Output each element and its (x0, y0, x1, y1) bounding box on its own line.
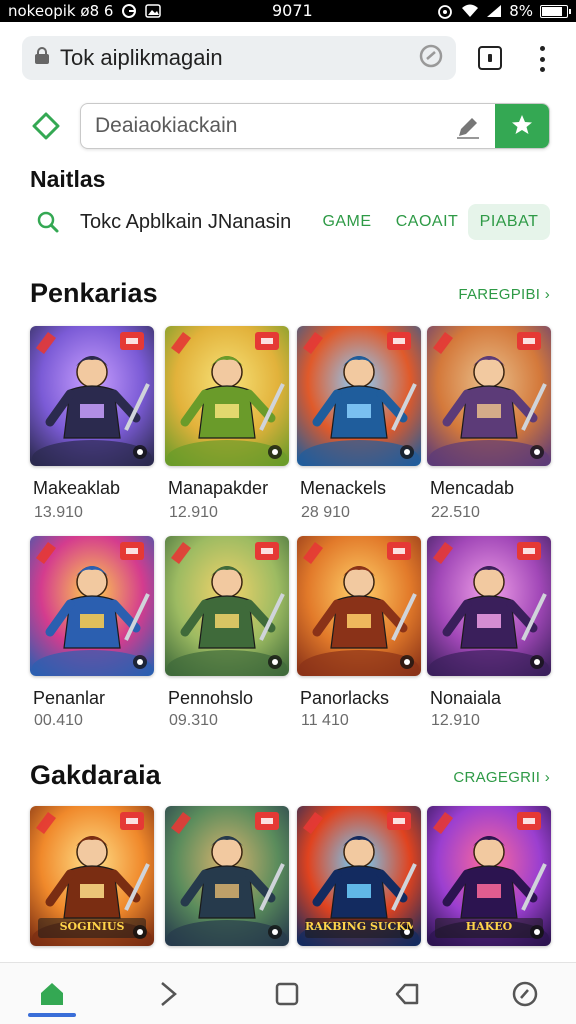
app-card[interactable]: Panorlacks 11 410 (297, 536, 421, 729)
back-icon[interactable] (392, 979, 422, 1009)
search-box (80, 103, 550, 149)
app-thumbnail[interactable] (30, 536, 154, 676)
app-title: Menackels (300, 478, 387, 498)
status-left-text: nokeopik ø8 6 (8, 2, 114, 20)
app-card[interactable]: HAKEO (427, 806, 551, 946)
status-left: nokeopik ø8 6 (8, 2, 162, 20)
edit-icon[interactable] (455, 114, 481, 145)
app-art-text: SOGINIUS (59, 920, 125, 933)
section-more-link[interactable]: FAREGPIBI › (458, 286, 550, 303)
filter-row: Tokc Apblkain JNanasin GAME CAOAIT PIABA… (0, 200, 576, 244)
app-thumbnail[interactable] (297, 326, 421, 466)
forward-icon[interactable] (153, 979, 183, 1009)
status-bar: nokeopik ø8 6 9071 8% (0, 0, 576, 22)
star-icon (510, 113, 534, 142)
app-thumbnail[interactable] (30, 326, 154, 466)
app-card[interactable]: Nonaiala 12.910 (427, 536, 551, 729)
home-icon[interactable] (37, 979, 67, 1009)
app-title: Mencadab (430, 478, 515, 498)
battery-text: 8% (509, 2, 533, 20)
tabs-icon[interactable] (478, 46, 502, 70)
app-title: Nonaiala (430, 688, 502, 708)
address-text: Tok aiplikmagain (60, 45, 223, 70)
browser-toolbar: Tok aiplikmagain (0, 22, 576, 92)
app-thumbnail[interactable] (297, 536, 421, 676)
app-meta: 22.510 (431, 504, 480, 521)
app-title: Makeaklab (33, 478, 121, 498)
star-button[interactable] (495, 104, 549, 148)
filter-query[interactable]: Tokc Apblkain JNanasin (80, 211, 291, 234)
status-right: 8% (436, 2, 571, 20)
app-card[interactable]: Pennohslo 09.310 (165, 536, 289, 729)
store-search-row (0, 100, 576, 152)
menu-icon[interactable] (530, 44, 554, 74)
app-card[interactable]: Manapakder 12.910 (165, 326, 289, 521)
signal-icon (486, 4, 502, 18)
app-meta: 09.310 (169, 712, 218, 729)
app-card[interactable]: RAKBING SUCKMATTE (297, 806, 421, 946)
active-tab-indicator (28, 1013, 76, 1017)
store-logo-icon[interactable] (32, 112, 60, 145)
app-meta: 12.910 (169, 504, 218, 521)
chip-game[interactable]: GAME (316, 204, 378, 240)
battery-icon (540, 4, 571, 18)
app-title: Pennohslo (168, 688, 254, 708)
chip-caoait[interactable]: CAOAIT (390, 204, 464, 240)
app-card[interactable]: SOGINIUS (30, 806, 154, 946)
app-art-text: HAKEO (465, 920, 513, 933)
address-bar[interactable]: Tok aiplikmagain (22, 36, 456, 80)
square-icon[interactable] (272, 979, 302, 1009)
app-thumbnail[interactable] (165, 806, 289, 946)
search-icon[interactable] (36, 210, 60, 239)
status-time: 9071 (272, 1, 313, 20)
app-meta: 12.910 (431, 712, 480, 729)
app-card[interactable]: Mencadab 22.510 (427, 326, 551, 521)
app-card[interactable]: Menackels 28 910 (297, 326, 421, 521)
filters-title: Naitlas (30, 166, 106, 192)
image-icon (145, 4, 162, 18)
section-title: Penkarias (30, 278, 158, 308)
google-icon (121, 3, 137, 19)
app-card[interactable]: Makeaklab 13.910 (30, 326, 154, 521)
section-more-link[interactable]: CRAGEGRII › (453, 769, 550, 786)
app-title: Penanlar (33, 688, 106, 708)
app-meta: 13.910 (34, 504, 83, 521)
lock-icon (34, 46, 50, 70)
bottom-navigation (0, 962, 576, 1024)
app-thumbnail[interactable] (165, 536, 289, 676)
reload-icon[interactable] (418, 43, 444, 74)
wifi-icon (461, 4, 479, 18)
app-title: Panorlacks (300, 688, 390, 708)
chip-piabat[interactable]: PIABAT (468, 204, 550, 240)
app-meta: 11 410 (301, 712, 349, 729)
app-title: Manapakder (168, 478, 269, 498)
section-title: Gakdaraia (30, 760, 161, 790)
app-art-text: RAKBING SUCKMATTE (305, 920, 413, 933)
app-thumbnail[interactable] (427, 326, 551, 466)
app-meta: 00.410 (34, 712, 83, 729)
app-card[interactable] (165, 806, 289, 946)
app-thumbnail[interactable] (427, 536, 551, 676)
app-thumbnail[interactable] (165, 326, 289, 466)
search-input[interactable] (81, 104, 441, 148)
compass-icon[interactable] (510, 979, 540, 1009)
alarm-icon (436, 3, 454, 19)
app-card[interactable]: Penanlar 00.410 (30, 536, 154, 729)
app-meta: 28 910 (301, 504, 350, 521)
